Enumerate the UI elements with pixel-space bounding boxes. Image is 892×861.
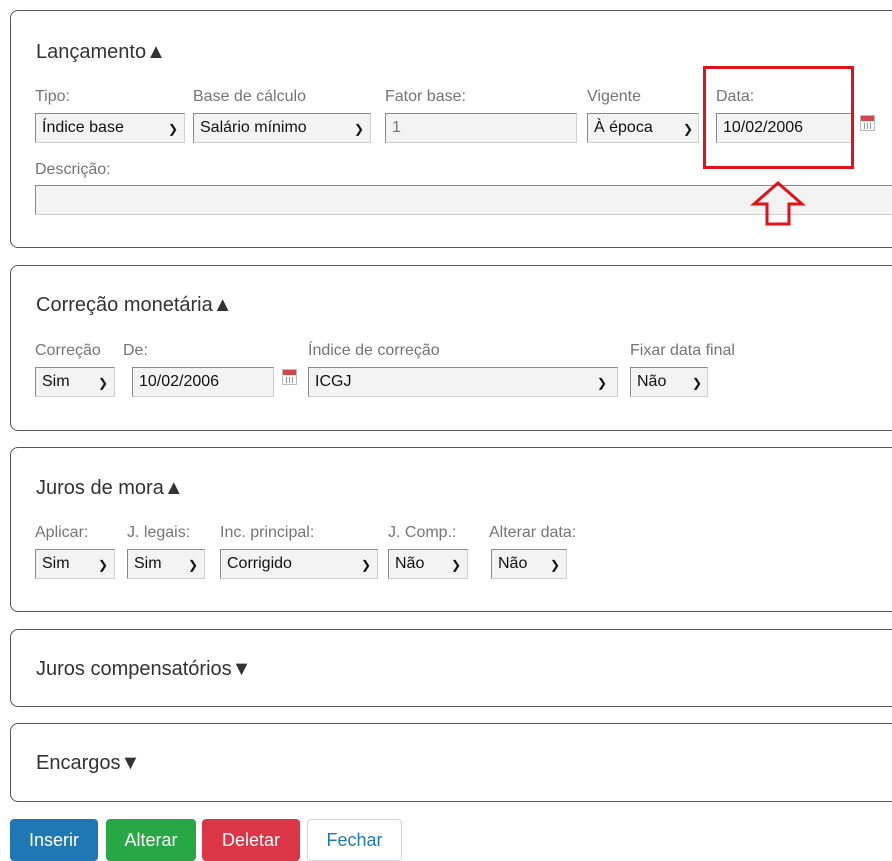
encargos-title[interactable]: Encargos▼: [36, 752, 140, 775]
correcao-panel: Correção monetária▲ Correção Sim ❯ De: 1…: [10, 265, 892, 431]
juros-mora-title[interactable]: Juros de mora▲: [36, 477, 184, 500]
deletar-button[interactable]: Deletar: [202, 819, 300, 861]
collapse-up-icon[interactable]: ▲: [164, 477, 184, 499]
up-arrow-icon: [750, 181, 806, 226]
lancamento-title[interactable]: Lançamento▲: [36, 41, 166, 64]
collapse-up-icon[interactable]: ▲: [146, 41, 166, 63]
calendar-icon[interactable]: [860, 115, 875, 131]
alterar-button[interactable]: Alterar: [106, 819, 196, 861]
correcao-select[interactable]: Sim ❯: [35, 367, 115, 397]
fator-base-label: Fator base:: [385, 88, 466, 105]
juros-mora-panel: Juros de mora▲ Aplicar: Sim ❯ J. legais:…: [10, 447, 892, 612]
aplicar-select[interactable]: Sim ❯: [35, 549, 115, 579]
chevron-down-icon: ❯: [187, 558, 198, 572]
fator-base-input[interactable]: 1: [385, 113, 577, 143]
correcao-label: Correção: [35, 342, 101, 359]
chevron-down-icon: ❯: [691, 376, 702, 390]
calendar-icon[interactable]: [282, 369, 297, 385]
aplicar-label: Aplicar:: [35, 524, 89, 541]
j-comp-label: J. Comp.:: [388, 524, 457, 541]
inc-principal-select[interactable]: Corrigido ❯: [220, 549, 378, 579]
collapse-up-icon[interactable]: ▲: [213, 294, 233, 316]
fixar-select[interactable]: Não ❯: [630, 367, 708, 397]
de-label: De:: [123, 342, 148, 359]
j-legais-label: J. legais:: [127, 524, 191, 541]
alterar-data-label: Alterar data:: [489, 524, 577, 541]
chevron-down-icon: ❯: [97, 376, 108, 390]
encargos-panel: Encargos▼: [10, 723, 892, 802]
de-input[interactable]: 10/02/2006: [132, 367, 274, 397]
base-calculo-select[interactable]: Salário mínimo ❯: [193, 113, 371, 143]
fixar-label: Fixar data final: [630, 342, 735, 359]
base-calculo-label: Base de cálculo: [193, 88, 306, 105]
chevron-down-icon: ❯: [97, 558, 108, 572]
tipo-select[interactable]: Índice base ❯: [35, 113, 185, 143]
inc-principal-label: Inc. principal:: [220, 524, 315, 541]
juros-comp-title[interactable]: Juros compensatórios▼: [36, 658, 251, 681]
expand-down-icon[interactable]: ▼: [121, 752, 141, 774]
vigente-select[interactable]: À época ❯: [587, 113, 699, 143]
indice-label: Índice de correção: [308, 342, 440, 359]
expand-down-icon[interactable]: ▼: [232, 658, 252, 680]
highlight-box: [703, 66, 854, 169]
chevron-down-icon: ❯: [549, 558, 560, 572]
correcao-title[interactable]: Correção monetária▲: [36, 294, 233, 317]
descricao-label: Descrição:: [35, 161, 111, 178]
j-legais-select[interactable]: Sim ❯: [127, 549, 205, 579]
chevron-down-icon: ❯: [450, 558, 461, 572]
chevron-down-icon: ❯: [360, 558, 371, 572]
juros-comp-panel: Juros compensatórios▼: [10, 629, 892, 707]
tipo-label: Tipo:: [35, 88, 70, 105]
chevron-down-icon: ❯: [167, 122, 178, 136]
chevron-down-icon: ❯: [682, 122, 693, 136]
fechar-button[interactable]: Fechar: [307, 819, 402, 861]
chevron-down-icon: ❯: [596, 376, 607, 390]
alterar-data-select[interactable]: Não ❯: [491, 549, 567, 579]
chevron-down-icon: ❯: [353, 122, 364, 136]
indice-select[interactable]: ICGJ ❯: [308, 367, 618, 397]
vigente-label: Vigente: [587, 88, 641, 105]
inserir-button[interactable]: Inserir: [10, 819, 98, 861]
j-comp-select[interactable]: Não ❯: [388, 549, 468, 579]
